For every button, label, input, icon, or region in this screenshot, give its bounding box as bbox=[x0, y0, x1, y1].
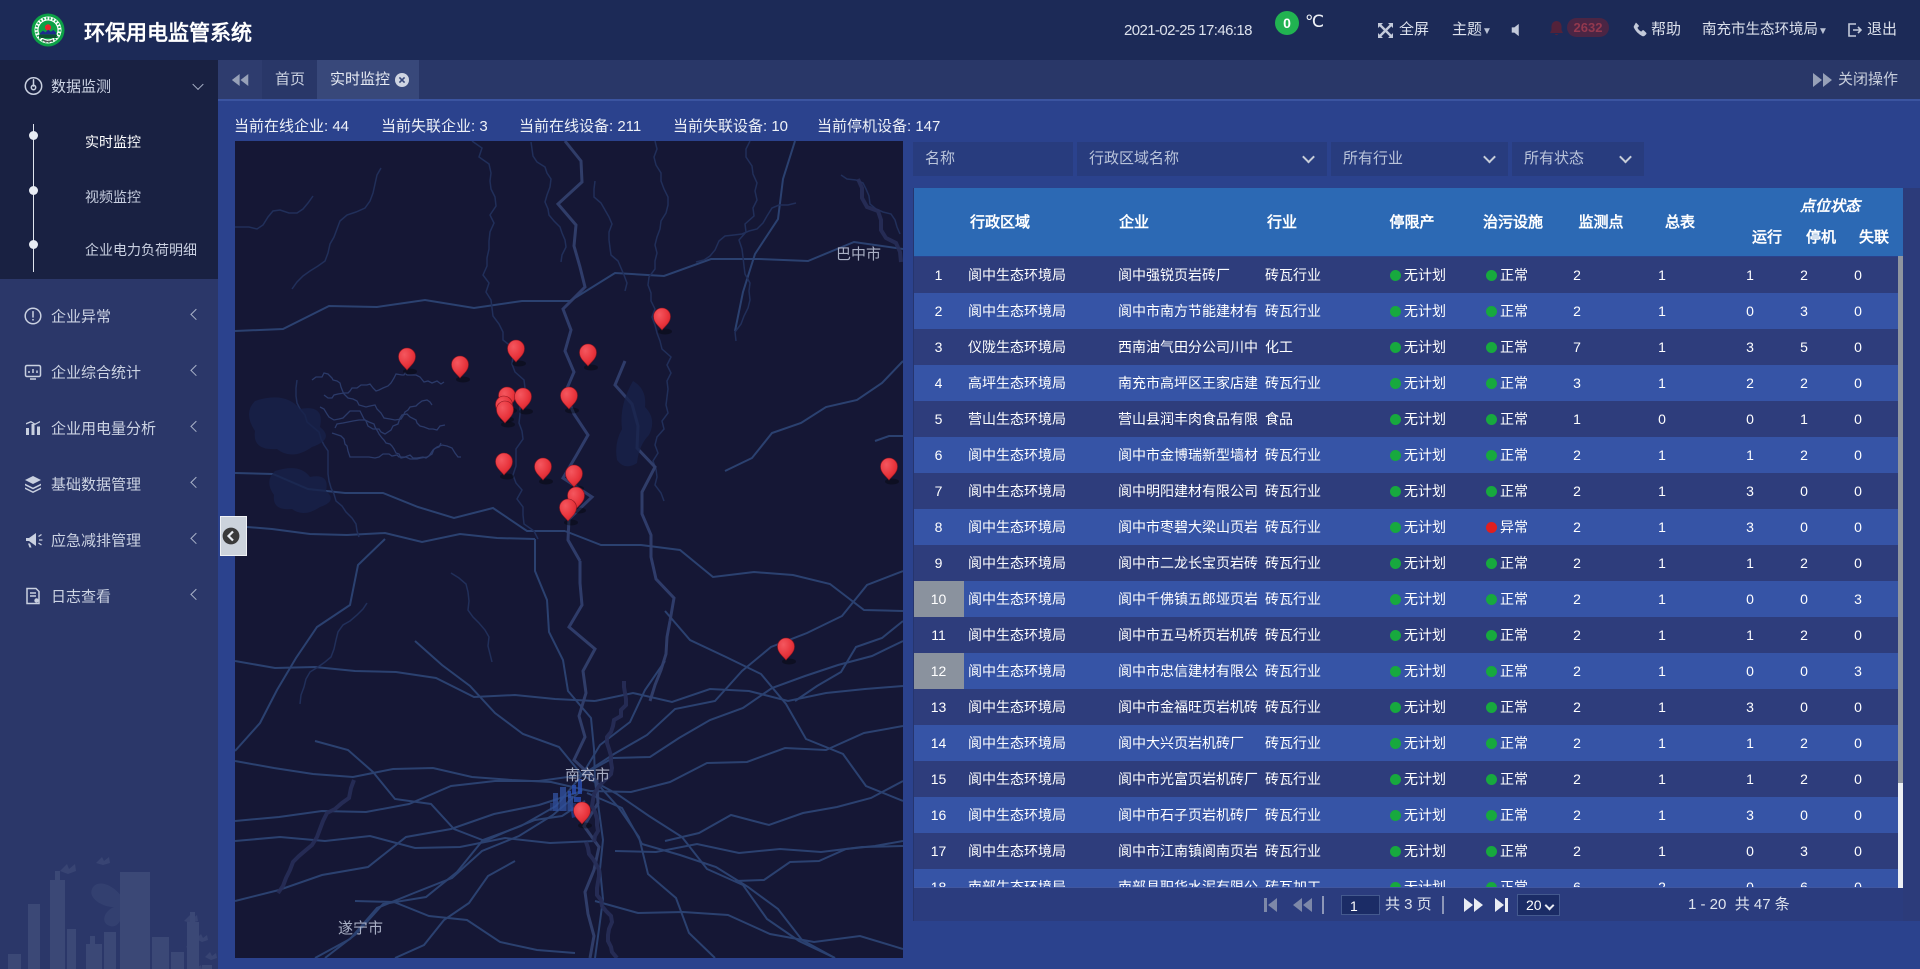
svg-text:遂宁市: 遂宁市 bbox=[338, 920, 383, 937]
